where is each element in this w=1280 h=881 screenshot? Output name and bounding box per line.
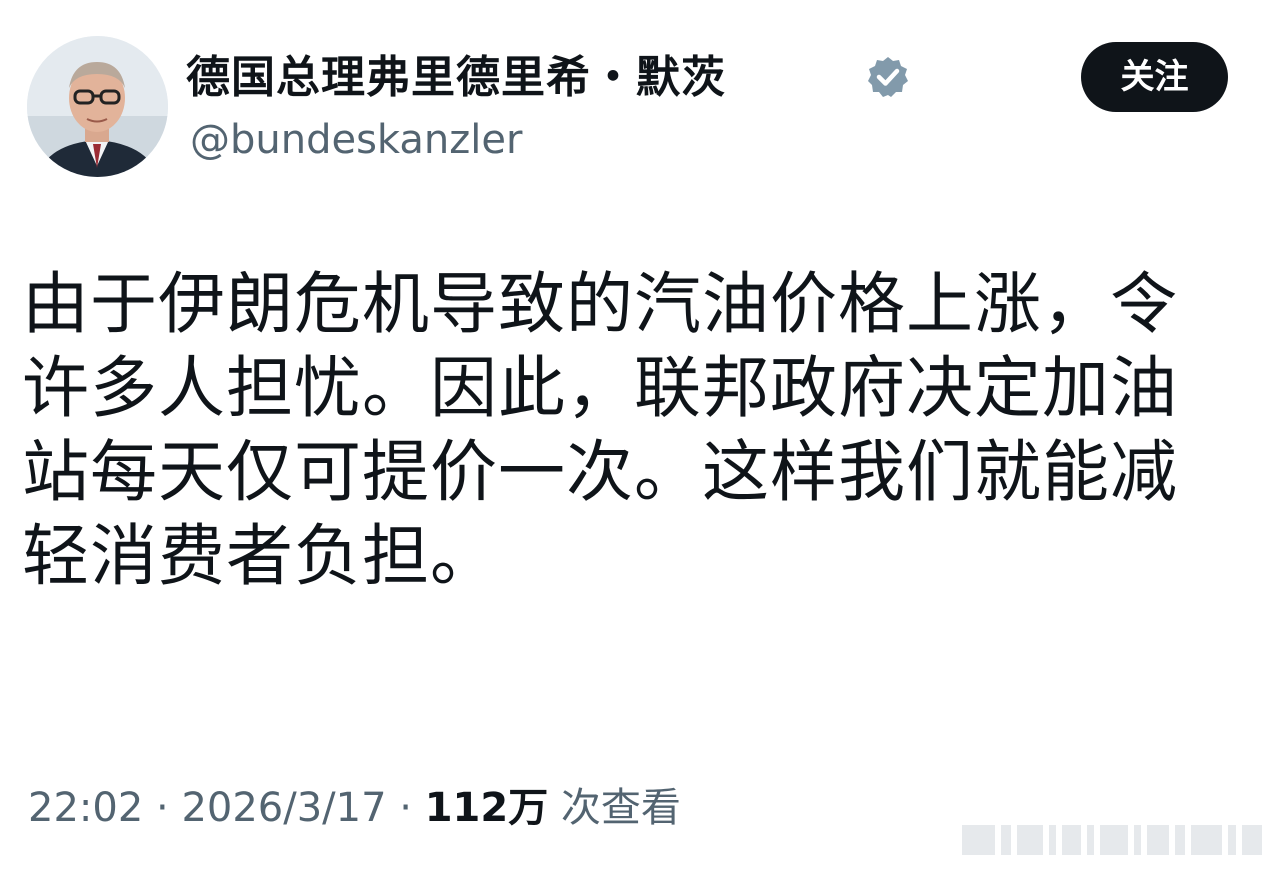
tweet-meta: 22:02 · 2026/3/17 · 112万 次查看	[28, 782, 681, 834]
meta-separator: ·	[143, 785, 182, 831]
tweet-date[interactable]: 2026/3/17	[181, 785, 386, 831]
meta-separator: ·	[386, 785, 425, 831]
watermark	[961, 823, 1262, 857]
views-count: 112万	[424, 785, 549, 831]
tweet-text: 由于伊朗危机导致的汽油价格上涨，令许多人担忧。因此，联邦政府决定加油站每天仅可提…	[22, 265, 1178, 595]
display-name[interactable]: 德国总理弗里德里希・默茨	[186, 50, 726, 106]
tweet-time[interactable]: 22:02	[28, 785, 143, 831]
follow-button[interactable]: 关注	[1081, 42, 1228, 112]
verified-badge-icon	[868, 57, 908, 97]
views-label: 次查看	[548, 785, 681, 831]
avatar[interactable]	[27, 36, 168, 177]
avatar-photo	[27, 36, 168, 177]
user-handle[interactable]: @bundeskanzler	[190, 116, 522, 164]
